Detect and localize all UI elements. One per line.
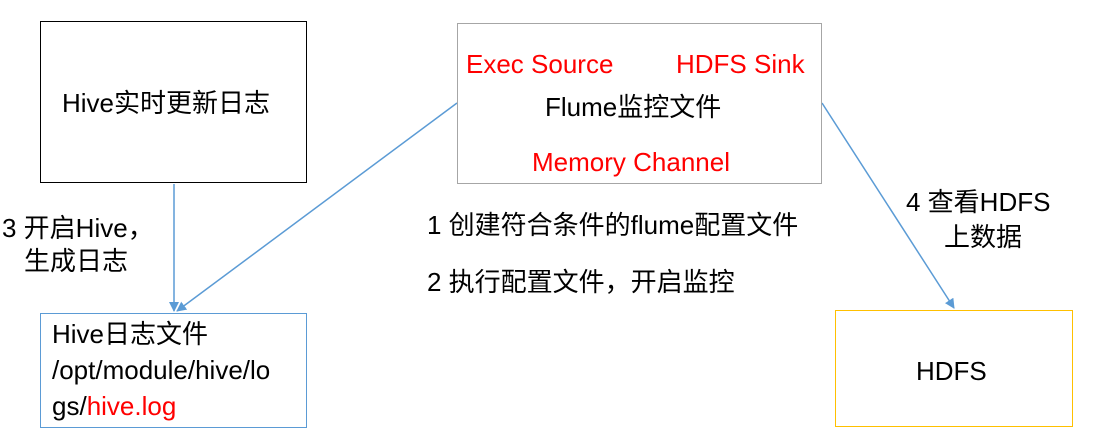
step-4-label-line2: 上数据 bbox=[944, 222, 1023, 252]
step-4-label-line1: 4 查看HDFS bbox=[906, 187, 1051, 217]
log-file-line1: Hive日志文件 bbox=[52, 319, 209, 349]
log-file-path-line2: /opt/module/hive/lo bbox=[52, 355, 271, 385]
hdfs-sink-label: HDFS Sink bbox=[676, 49, 805, 79]
hdfs-label: HDFS bbox=[916, 356, 987, 386]
log-file-name: hive.log bbox=[86, 391, 177, 421]
step-1-label: 1 创建符合条件的flume配置文件 bbox=[427, 210, 799, 240]
step-3-label-line2: 生成日志 bbox=[24, 246, 129, 276]
flume-title: Flume监控文件 bbox=[545, 92, 722, 122]
step-3-label-line1: 3 开启Hive， bbox=[2, 213, 154, 243]
hive-realtime-log-label: Hive实时更新日志 bbox=[62, 88, 271, 118]
log-file-path-line3: gs/hive.log bbox=[52, 390, 176, 422]
log-file-path-prefix: gs/ bbox=[52, 391, 87, 421]
memory-channel-label: Memory Channel bbox=[532, 147, 730, 177]
exec-source-label: Exec Source bbox=[466, 49, 614, 79]
step-2-label: 2 执行配置文件，开启监控 bbox=[427, 267, 735, 297]
